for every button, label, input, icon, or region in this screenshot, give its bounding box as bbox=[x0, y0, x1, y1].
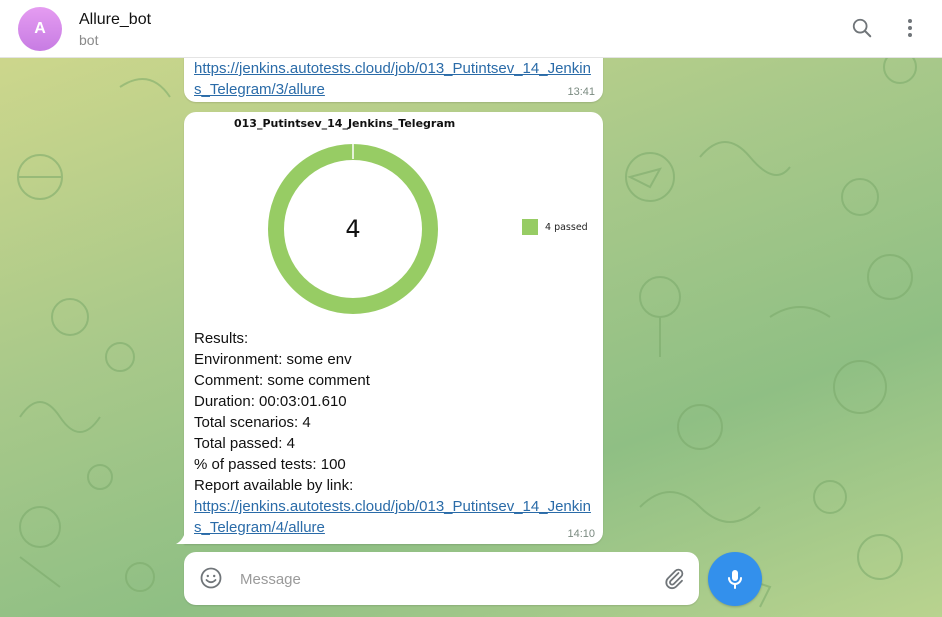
message-bubble: 013_Putintsev_14_Jenkins_Telegram 4 4 pa… bbox=[176, 112, 603, 544]
message-link[interactable]: https://jenkins.autotests.cloud/job/013_… bbox=[194, 60, 591, 98]
donut-center-value: 4 bbox=[345, 215, 360, 243]
field-value: 4 bbox=[286, 435, 295, 452]
more-menu-button[interactable] bbox=[896, 14, 924, 42]
legend-swatch-passed bbox=[522, 219, 538, 235]
field-label: % of passed tests: bbox=[194, 456, 317, 473]
message-input[interactable] bbox=[238, 566, 642, 592]
field-value: 4 bbox=[302, 414, 311, 431]
message-time: 14:10 bbox=[567, 528, 595, 540]
bubble-tail bbox=[176, 528, 190, 544]
search-button[interactable] bbox=[848, 14, 876, 42]
chat-header: A Allure_bot bot bbox=[0, 0, 942, 58]
voice-record-button[interactable] bbox=[708, 552, 762, 606]
field-value: 00:03:01.610 bbox=[259, 393, 347, 410]
report-label: Report available by link: bbox=[194, 477, 354, 494]
donut-chart: 4 bbox=[268, 142, 438, 314]
chat-title[interactable]: Allure_bot bbox=[79, 11, 151, 29]
field-value: 100 bbox=[320, 456, 346, 473]
field-value: some env bbox=[286, 351, 352, 368]
message-composer bbox=[184, 552, 699, 605]
legend-label-passed: 4 passed bbox=[545, 221, 588, 233]
chat-subtitle: bot bbox=[79, 32, 99, 48]
field-label: Total passed: bbox=[194, 435, 283, 452]
avatar[interactable]: A bbox=[18, 7, 62, 51]
chart-legend: 4 passed bbox=[522, 219, 588, 235]
field-label: Total scenarios: bbox=[194, 414, 299, 431]
field-label: Comment: bbox=[194, 372, 264, 389]
chart-title: 013_Putintsev_14_Jenkins_Telegram bbox=[234, 117, 456, 130]
paperclip-icon[interactable] bbox=[662, 566, 686, 590]
report-link[interactable]: https://jenkins.autotests.cloud/job/013_… bbox=[194, 496, 594, 538]
results-block: Results: Environment: some env Comment: … bbox=[194, 328, 594, 538]
emoji-icon[interactable] bbox=[199, 566, 223, 590]
search-icon bbox=[852, 18, 872, 38]
microphone-icon bbox=[728, 570, 742, 589]
message-time: 13:41 bbox=[567, 86, 595, 98]
results-heading: Results: bbox=[194, 330, 249, 347]
more-vertical-icon bbox=[908, 19, 912, 37]
field-label: Environment: bbox=[194, 351, 283, 368]
field-label: Duration: bbox=[194, 393, 255, 410]
field-value: some comment bbox=[267, 372, 370, 389]
